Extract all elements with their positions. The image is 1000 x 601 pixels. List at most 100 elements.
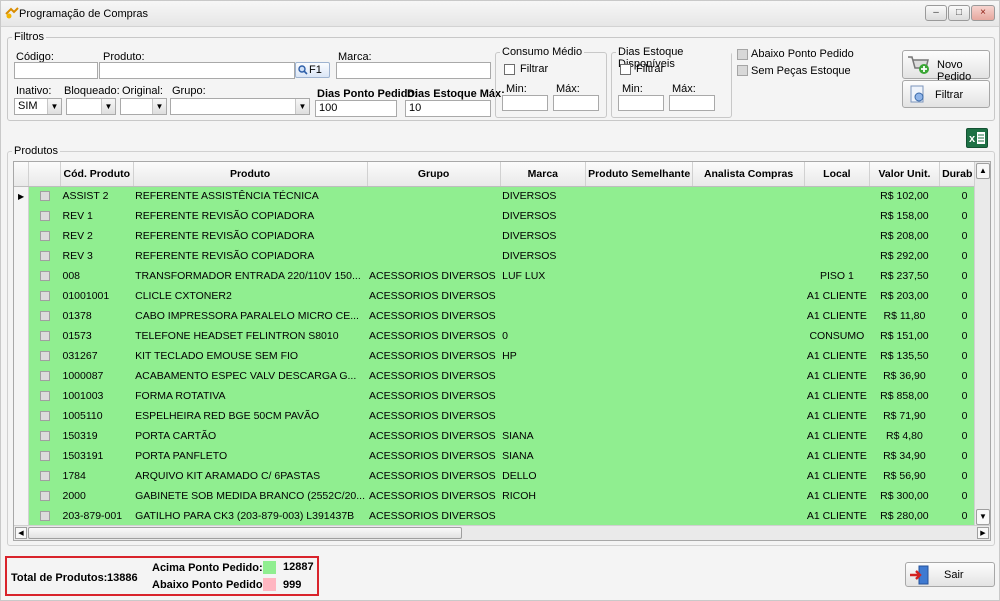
row-selector[interactable] [14,386,30,406]
close-button[interactable]: × [971,5,995,21]
table-row[interactable]: 01573 TELEFONE HEADSET FELINTRON S8010 ACE… [14,326,990,346]
cell-produto-semelhante[interactable] [585,246,693,266]
cell-local[interactable]: A1 CLIENTE [804,386,870,406]
table-row[interactable]: REV 3 REFERENTE REVISÃO COPIADORA DIVERSOS… [14,246,990,266]
col-header-marca[interactable]: Marca [500,162,587,187]
cell-marca[interactable] [500,306,586,326]
row-checkbox[interactable] [39,391,50,402]
original-select[interactable]: ▼ [120,98,167,115]
row-selector[interactable] [14,266,30,286]
cell-produto-semelhante[interactable] [585,486,693,506]
cell-cod-produto[interactable]: 01573 [60,326,134,346]
table-row[interactable]: 1784 ARQUIVO KIT ARAMADO C/ 6PASTAS ACESSO… [14,466,990,486]
cell-grupo[interactable]: ACESSORIOS DIVERSOS [367,486,501,506]
col-header-local[interactable]: Local [804,162,870,187]
minimize-button[interactable]: – [925,5,947,21]
cell-produto-semelhante[interactable] [585,286,693,306]
cell-local[interactable]: A1 CLIENTE [804,366,870,386]
table-row[interactable]: 01378 CABO IMPRESSORA PARALELO MICRO CE..… [14,306,990,326]
maximize-button[interactable]: □ [948,5,970,21]
col-header-analista-compras[interactable]: Analista Compras [692,162,805,187]
row-selector[interactable] [14,286,30,306]
row-checkbox[interactable] [39,471,50,482]
row-selector[interactable] [14,446,30,466]
cell-produto-semelhante[interactable] [585,446,693,466]
row-selector[interactable] [14,486,30,506]
cell-produto[interactable]: REFERENTE ASSISTÊNCIA TÉCNICA [133,186,368,206]
cell-valor-unit[interactable]: R$ 158,00 [869,206,940,226]
row-selector[interactable] [14,246,30,266]
cell-local[interactable] [804,206,870,226]
f1-search-button[interactable]: F1 [295,62,330,78]
dias-disp-filtrar-checkbox[interactable] [620,64,631,75]
cell-local[interactable] [804,186,870,206]
row-checkbox[interactable] [39,271,50,282]
cell-produto[interactable]: KIT TECLADO EMOUSE SEM FIO [133,346,368,366]
cell-valor-unit[interactable]: R$ 151,00 [869,326,940,346]
col-header-grupo[interactable]: Grupo [367,162,501,187]
cell-produto[interactable]: TELEFONE HEADSET FELINTRON S8010 [133,326,368,346]
cell-produto[interactable]: ARQUIVO KIT ARAMADO C/ 6PASTAS [133,466,368,486]
cell-produto[interactable]: PORTA CARTÃO [133,426,368,446]
row-selector[interactable] [14,306,30,326]
cell-analista-compras[interactable] [692,286,805,306]
scroll-down-icon[interactable]: ▼ [976,509,990,525]
cell-local[interactable]: A1 CLIENTE [804,466,870,486]
cell-produto-semelhante[interactable] [585,306,693,326]
cell-local[interactable] [804,226,870,246]
row-checkbox[interactable] [39,331,50,342]
cell-grupo[interactable] [367,206,501,226]
cell-produto-semelhante[interactable] [585,366,693,386]
inativo-select[interactable]: SIM ▼ [14,98,62,115]
cell-cod-produto[interactable]: REV 3 [60,246,134,266]
cell-cod-produto[interactable]: REV 2 [60,226,134,246]
cell-analista-compras[interactable] [692,466,805,486]
dias-ponto-input[interactable]: 100 [315,100,397,117]
cell-grupo[interactable] [367,226,501,246]
cell-valor-unit[interactable]: R$ 300,00 [869,486,940,506]
cell-marca[interactable]: RICOH [500,486,586,506]
produto-input[interactable] [99,62,295,79]
cell-produto-semelhante[interactable] [585,426,693,446]
cell-cod-produto[interactable]: 150319 [60,426,134,446]
scroll-left-icon[interactable]: ◀ [15,527,27,539]
row-checkbox[interactable] [39,291,50,302]
cell-valor-unit[interactable]: R$ 56,90 [869,466,940,486]
cell-local[interactable]: A1 CLIENTE [804,346,870,366]
cell-local[interactable]: A1 CLIENTE [804,506,870,526]
cell-local[interactable]: A1 CLIENTE [804,486,870,506]
cell-grupo[interactable]: ACESSORIOS DIVERSOS [367,286,501,306]
cell-grupo[interactable]: ACESSORIOS DIVERSOS [367,386,501,406]
row-selector[interactable] [14,506,30,526]
row-selector[interactable] [14,366,30,386]
cell-produto[interactable]: GATILHO PARA CK3 (203-879-003) L391437B [133,506,368,526]
row-checkbox[interactable] [39,511,50,522]
cell-grupo[interactable]: ACESSORIOS DIVERSOS [367,266,501,286]
table-row[interactable]: 1503191 PORTA PANFLETO ACESSORIOS DIVERSOS… [14,446,990,466]
cell-valor-unit[interactable]: R$ 11,80 [869,306,940,326]
table-row[interactable]: 2000 GABINETE SOB MEDIDA BRANCO (2552C/20… [14,486,990,506]
cell-grupo[interactable]: ACESSORIOS DIVERSOS [367,506,501,526]
cell-local[interactable]: CONSUMO [804,326,870,346]
cell-valor-unit[interactable]: R$ 208,00 [869,226,940,246]
cell-valor-unit[interactable]: R$ 203,00 [869,286,940,306]
cell-analista-compras[interactable] [692,506,805,526]
cell-analista-compras[interactable] [692,346,805,366]
cell-valor-unit[interactable]: R$ 858,00 [869,386,940,406]
row-checkbox[interactable] [39,411,50,422]
row-selector[interactable] [14,346,30,366]
cell-cod-produto[interactable]: 1784 [60,466,134,486]
table-row[interactable]: 1005110 ESPELHEIRA RED BGE 50CM PAVÃO ACES… [14,406,990,426]
cell-analista-compras[interactable] [692,486,805,506]
cell-grupo[interactable]: ACESSORIOS DIVERSOS [367,446,501,466]
row-selector[interactable] [14,406,30,426]
sair-button[interactable]: Sair [905,562,995,587]
cell-produto[interactable]: FORMA ROTATIVA [133,386,368,406]
cell-produto-semelhante[interactable] [585,206,693,226]
cell-marca[interactable] [500,386,586,406]
cell-cod-produto[interactable]: 1001003 [60,386,134,406]
current-row-indicator-icon[interactable]: ▶ [14,186,30,206]
row-checkbox[interactable] [39,231,50,242]
cell-analista-compras[interactable] [692,206,805,226]
table-row[interactable]: REV 2 REFERENTE REVISÃO COPIADORA DIVERSOS… [14,226,990,246]
